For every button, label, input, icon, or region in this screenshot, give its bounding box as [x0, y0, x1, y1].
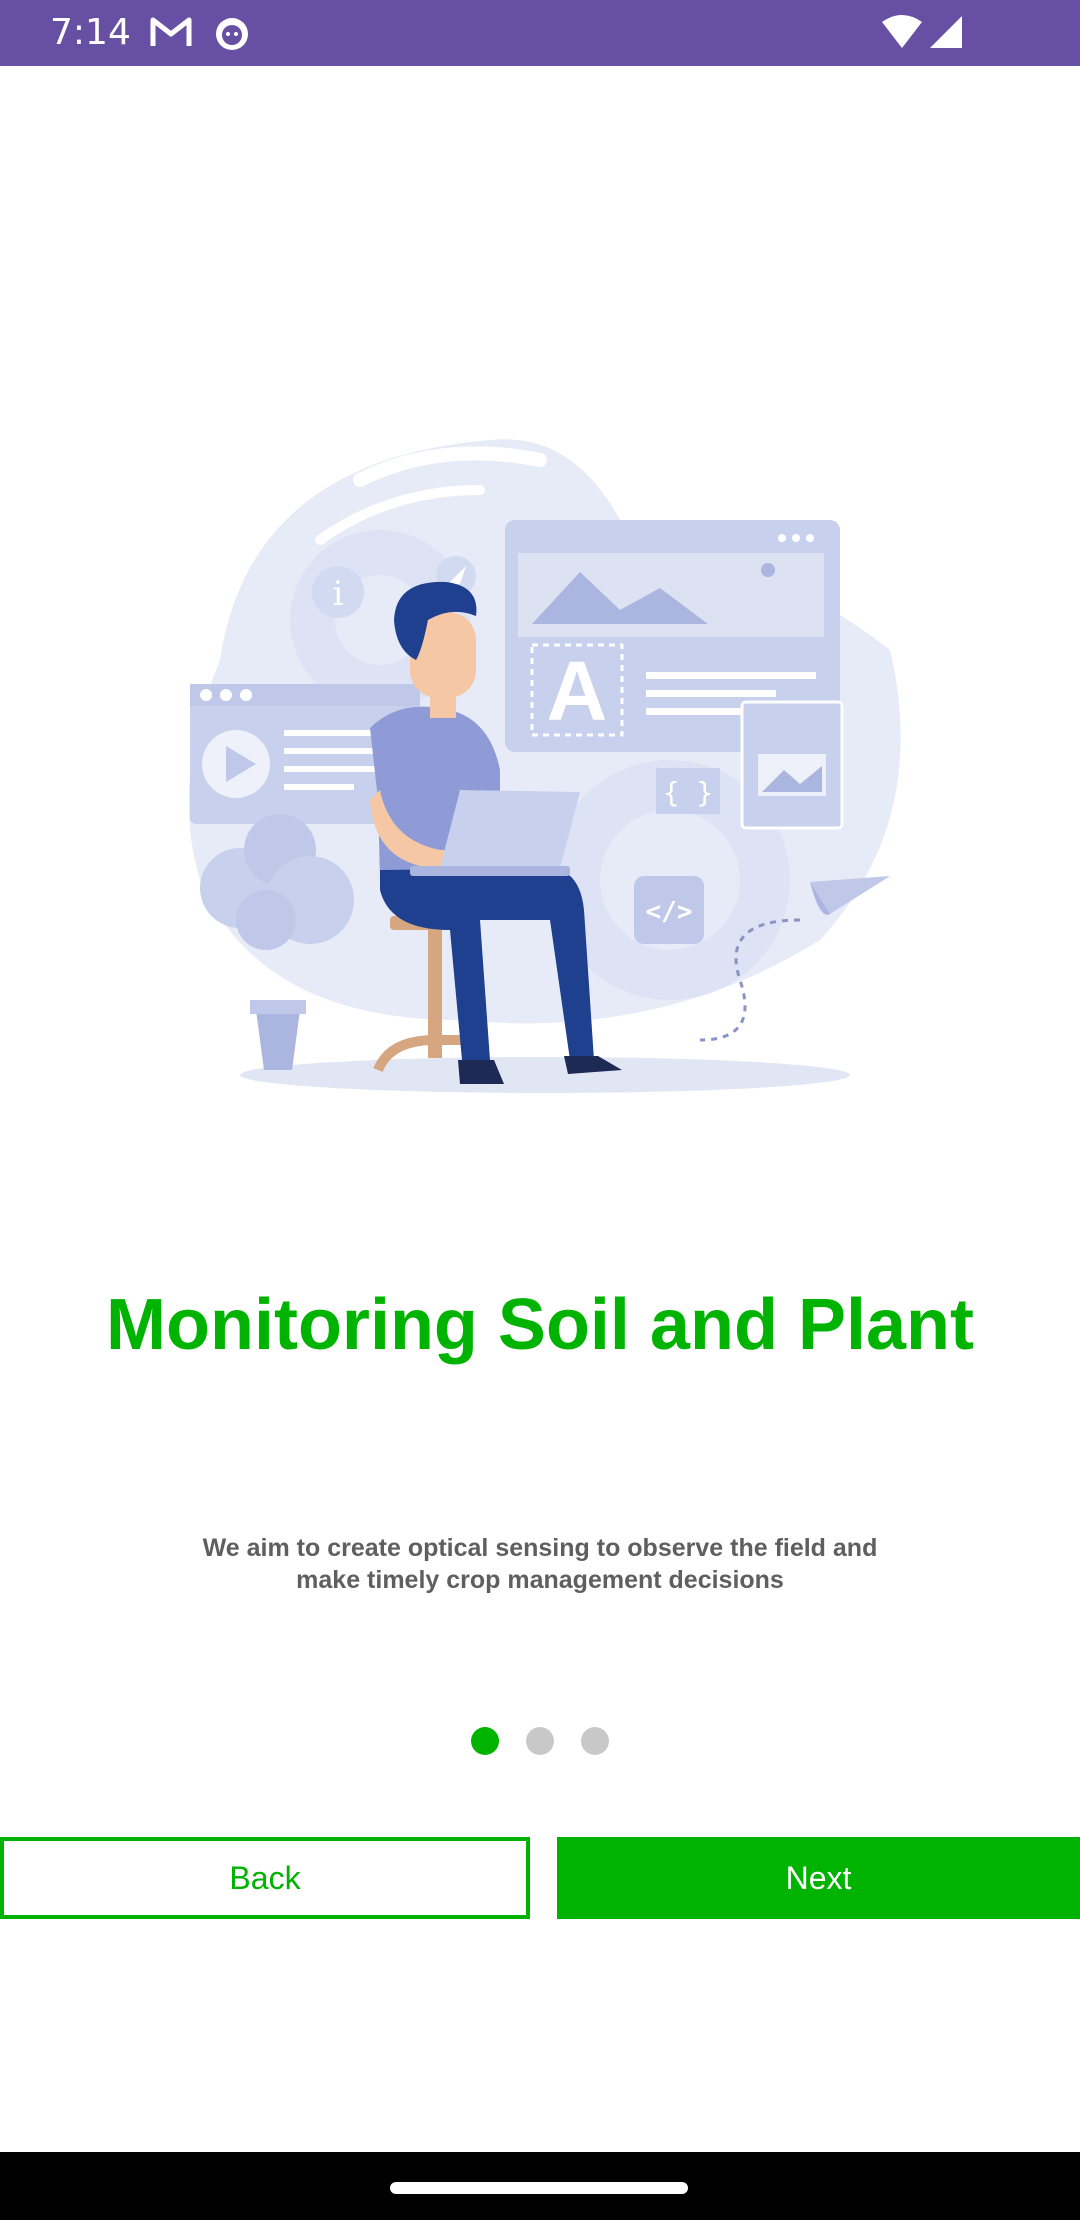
status-time: 7:14 [50, 12, 131, 53]
cat-face-icon [212, 14, 252, 57]
cell-signal-icon [928, 14, 964, 55]
wifi-icon [880, 14, 924, 55]
back-button[interactable]: Back [0, 1837, 530, 1919]
page-dot-2[interactable] [526, 1727, 554, 1755]
letter-glyph: A [547, 644, 608, 738]
status-bar: 7:14 [0, 0, 1080, 66]
onboarding-description: We aim to create optical sensing to obse… [202, 1534, 878, 1594]
page-dot-1[interactable] [471, 1727, 499, 1755]
home-gesture-handle[interactable] [390, 2182, 688, 2194]
gmail-icon [150, 14, 192, 55]
code-glyph: </> [646, 897, 693, 927]
page-dot-3[interactable] [581, 1727, 609, 1755]
info-glyph: i [333, 574, 344, 614]
onboarding-illustration: i A { } </> [160, 420, 920, 1100]
system-navigation-bar [0, 2152, 1080, 2220]
developer-at-laptop-illustration: i A { } </> [188, 439, 901, 1093]
next-button[interactable]: Next [557, 1837, 1080, 1919]
onboarding-title: Monitoring Soil and Plant [106, 1285, 974, 1365]
braces-glyph: { } [663, 776, 714, 809]
page-indicator [0, 1727, 1080, 1757]
